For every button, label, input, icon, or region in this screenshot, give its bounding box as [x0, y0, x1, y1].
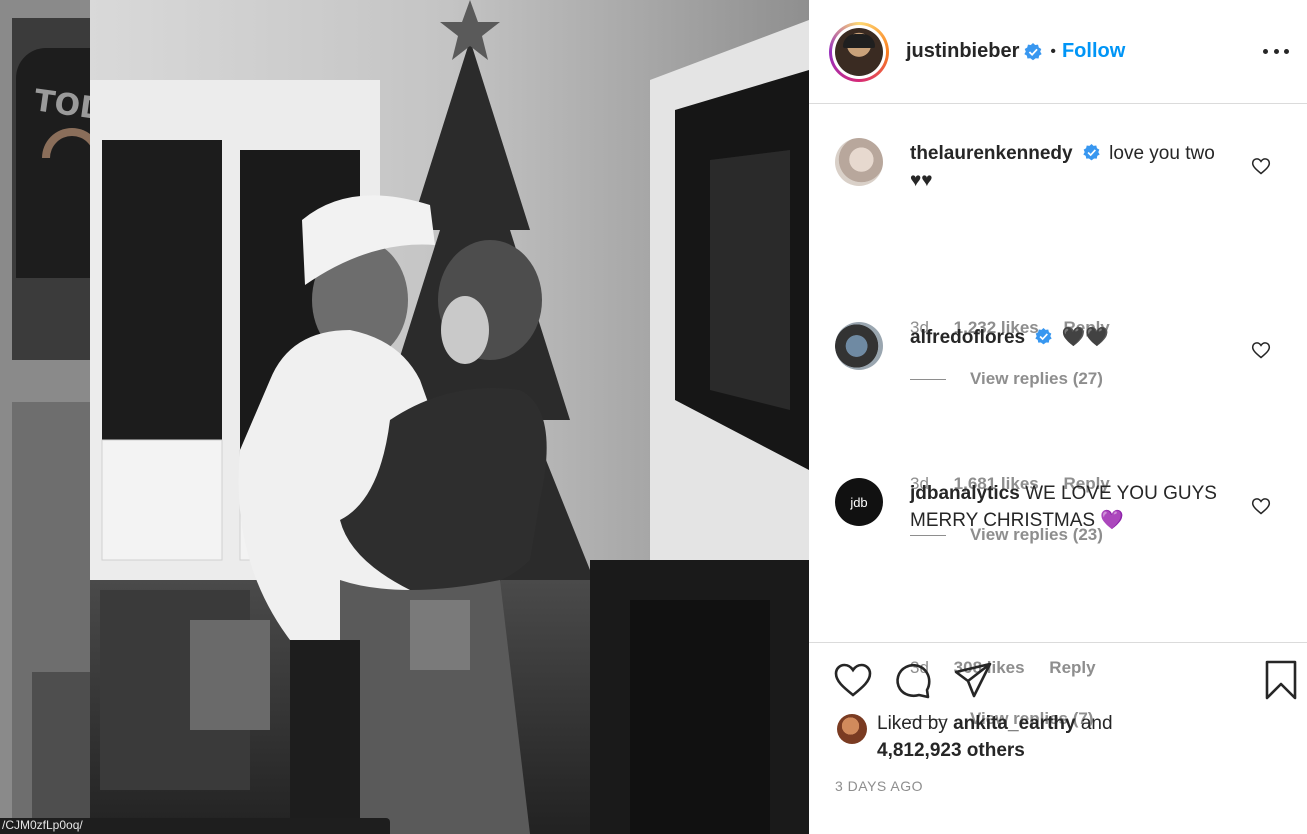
likes-count[interactable]: 4,812,923 others [877, 740, 1025, 761]
comment-username[interactable]: alfredoflores [910, 327, 1025, 348]
comment-like-heart-icon[interactable] [1251, 496, 1271, 516]
action-bar [833, 660, 1307, 704]
status-bar-url: /CJM0zfLp0oq/ [0, 818, 390, 834]
commenter-avatar-text: jdb [850, 494, 868, 510]
verified-badge-icon [1024, 42, 1042, 60]
commenter-avatar[interactable] [835, 138, 883, 186]
view-replies-button[interactable]: View replies (27) [910, 369, 1103, 389]
heart-icon[interactable] [833, 660, 873, 700]
bookmark-icon[interactable] [1261, 660, 1301, 700]
verified-badge-icon [1083, 144, 1100, 161]
liked-by-user[interactable]: ankita_earthy [953, 713, 1076, 734]
comment-icon[interactable] [893, 660, 933, 700]
commenter-avatar[interactable]: jdb [835, 478, 883, 526]
post-header: justinbieber • Follow [809, 0, 1307, 104]
comment-like-heart-icon[interactable] [1251, 340, 1271, 360]
author-username[interactable]: justinbieber [906, 40, 1019, 63]
comment-username[interactable]: thelaurenkennedy [910, 143, 1073, 164]
follow-button[interactable]: Follow [1062, 40, 1125, 63]
feed-backdrop: TOD [0, 0, 90, 834]
feed-thumbnail[interactable] [12, 402, 90, 834]
comments-list: thelaurenkennedy love you two ♥♥ 3d 1,23… [809, 104, 1307, 728]
post-photo[interactable] [90, 0, 809, 834]
more-options-icon[interactable] [1263, 38, 1289, 64]
share-icon[interactable] [953, 660, 993, 700]
author-avatar[interactable] [829, 21, 889, 82]
comment-like-heart-icon[interactable] [1251, 156, 1271, 176]
separator-dot: • [1050, 42, 1056, 60]
commenter-avatar[interactable] [835, 322, 883, 370]
comment-text: 🖤🖤 [1061, 327, 1109, 348]
feed-thumbnail[interactable]: TOD [12, 18, 90, 360]
post-image [90, 0, 809, 834]
verified-badge-icon [1035, 328, 1053, 345]
post-side-panel: justinbieber • Follow thelaurenkennedy l… [809, 0, 1307, 834]
comment-username[interactable]: jdbanalytics [910, 483, 1020, 504]
